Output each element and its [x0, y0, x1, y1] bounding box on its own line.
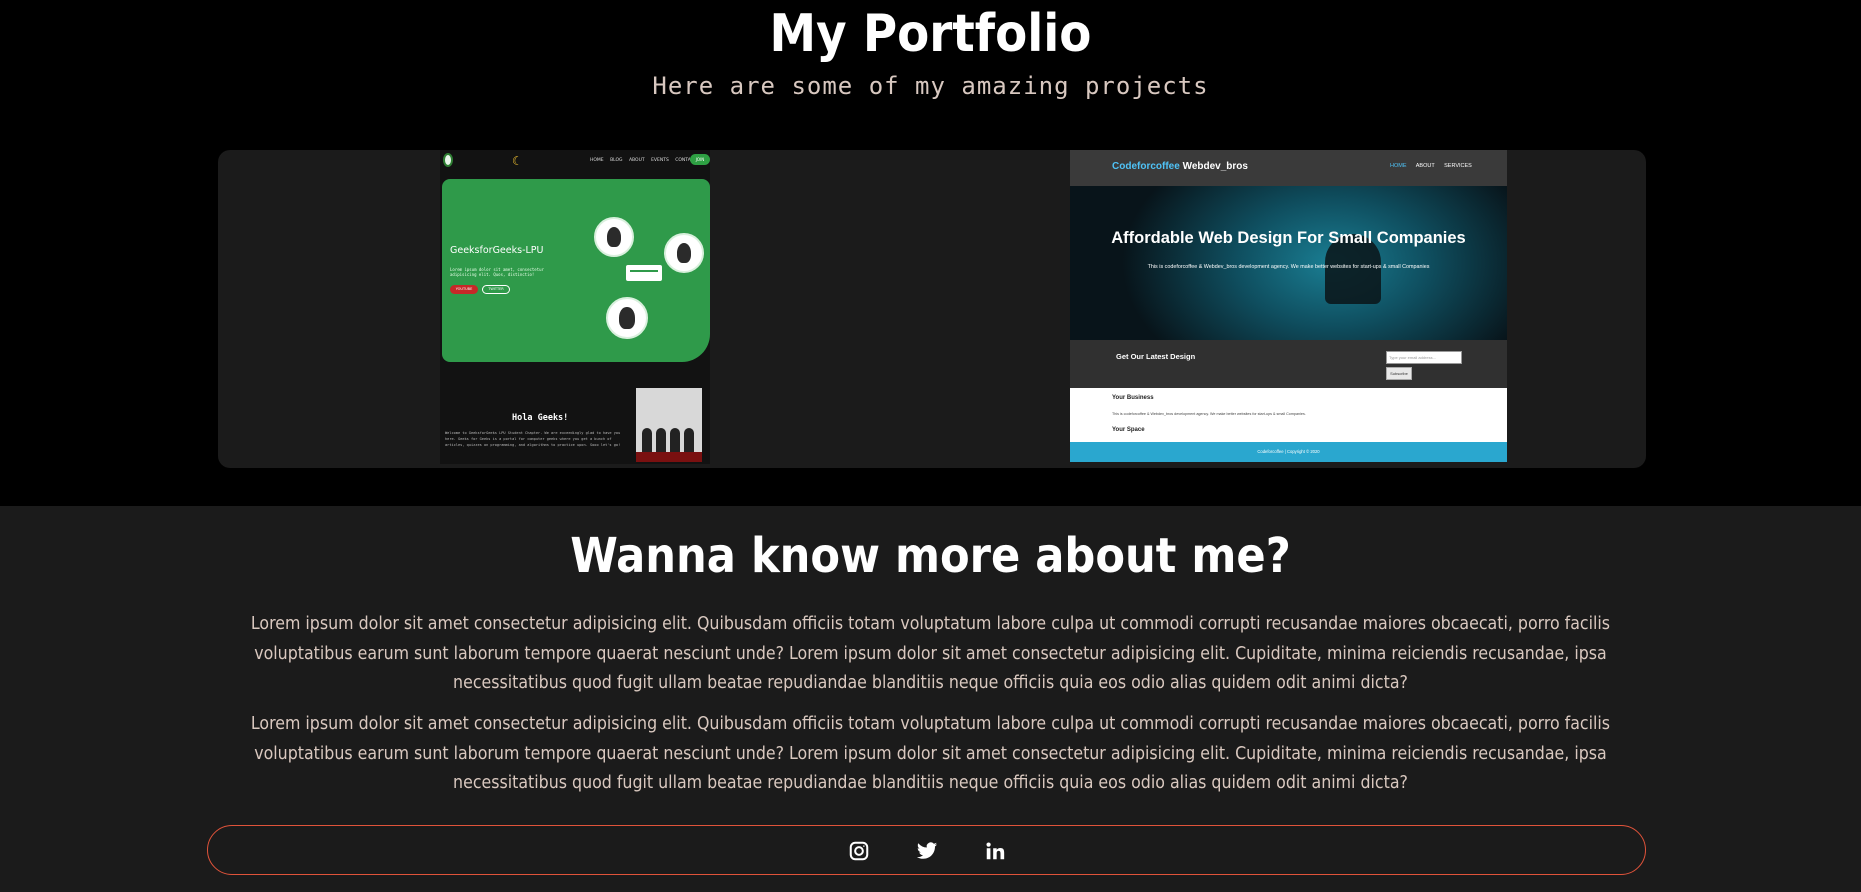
- social-links-bar: [207, 825, 1646, 875]
- gfg-hero-text: Lorem ipsum dolor sit amet, consectetur …: [450, 267, 544, 277]
- gfg-hero: GeeksforGeeks-LPU Lorem ipsum dolor sit …: [442, 179, 710, 362]
- linkedin-icon[interactable]: [984, 840, 1006, 862]
- moon-icon: ☾: [512, 154, 523, 168]
- cfc-email-field: Type your email address...: [1386, 351, 1462, 364]
- page-title: My Portfolio: [769, 4, 1092, 64]
- cfc-navbar: Codeforcoffee Webdev_bros HOME ABOUT SER…: [1070, 150, 1507, 186]
- person-avatar-icon: [664, 233, 704, 273]
- cfc-space-title: Your Space: [1112, 427, 1145, 433]
- cfc-subscribe-button: Subscribe: [1386, 367, 1412, 380]
- cfc-menu: HOME ABOUT SERVICES: [1390, 163, 1472, 169]
- cfc-business-title: Your Business: [1112, 395, 1154, 401]
- person-avatar-icon: [606, 297, 648, 339]
- cfc-subscribe-title: Get Our Latest Design: [1116, 352, 1196, 361]
- about-title: Wanna know more about me?: [570, 528, 1291, 584]
- gfg-join-button: JOIN: [690, 154, 710, 165]
- project-card-gfg[interactable]: ☾ HOME BLOG ABOUT EVENTS CONTACT JOIN Ge…: [440, 150, 710, 464]
- group-photo: [636, 388, 702, 462]
- cfc-subscribe-band: [1070, 340, 1507, 388]
- gfg-nav-links: HOME BLOG ABOUT EVENTS CONTACT: [590, 158, 697, 163]
- cfc-footer: Codeforcoffee | Copyright © 2020: [1070, 442, 1507, 462]
- twitter-icon[interactable]: [916, 840, 938, 862]
- chat-bubble-icon: [626, 265, 662, 281]
- gfg-youtube-button: YOUTUBE: [450, 285, 478, 294]
- cfc-hero-title: Affordable Web Design For Small Companie…: [1111, 229, 1466, 247]
- gfg-hero-title: GeeksforGeeks-LPU: [450, 245, 544, 256]
- project-card-codeforcoffee[interactable]: Codeforcoffee Webdev_bros HOME ABOUT SER…: [1070, 150, 1507, 462]
- page-subtitle: Here are some of my amazing projects: [652, 72, 1209, 100]
- cfc-brand: Codeforcoffee Webdev_bros: [1112, 161, 1248, 172]
- instagram-icon[interactable]: [848, 840, 870, 862]
- gfg-logo-icon: [443, 153, 453, 167]
- person-avatar-icon: [594, 217, 634, 257]
- about-paragraph: Lorem ipsum dolor sit amet consectetur a…: [250, 614, 1611, 693]
- gfg-section-text: Welcome to GeeksforGeeks LPU Student Cha…: [445, 431, 621, 447]
- cfc-hero: [1070, 186, 1507, 340]
- cfc-hero-subtitle: This is codeforcoffee & Webdev_bros deve…: [1147, 264, 1430, 270]
- gfg-navbar: ☾ HOME BLOG ABOUT EVENTS CONTACT JOIN: [440, 150, 710, 172]
- about-paragraph: Lorem ipsum dolor sit amet consectetur a…: [250, 714, 1611, 793]
- gfg-section-title: Hola Geeks!: [512, 413, 569, 423]
- cfc-business-text: This is codeforcoffee & Webdev_bros deve…: [1112, 412, 1306, 416]
- gfg-twitter-button: TWITTER: [482, 285, 510, 294]
